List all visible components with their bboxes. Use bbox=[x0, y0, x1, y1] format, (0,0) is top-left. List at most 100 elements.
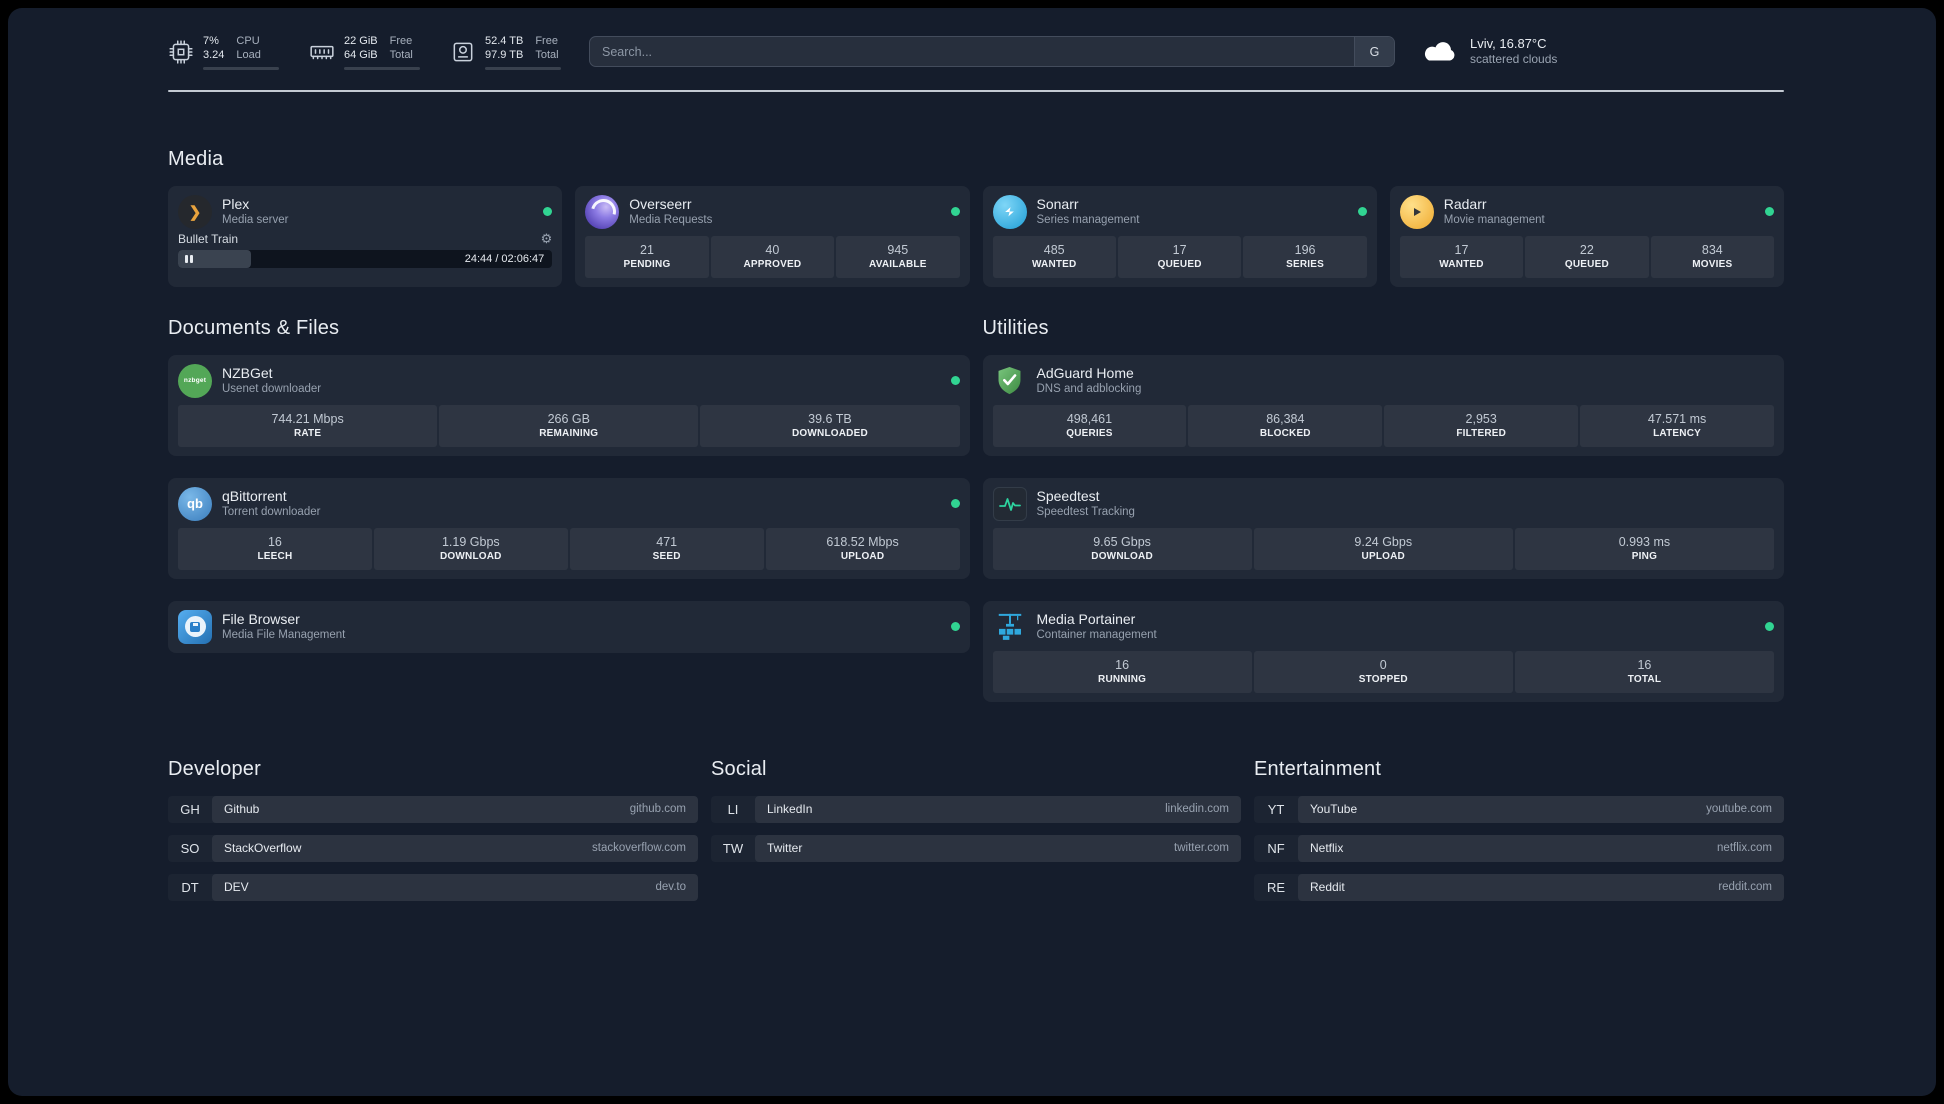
disk-free-value: 52.4 TB bbox=[485, 35, 524, 47]
stat-value: 9.65 Gbps bbox=[1093, 535, 1151, 550]
stat: 266 GB REMAINING bbox=[439, 404, 699, 447]
stat: 618.52 Mbps UPLOAD bbox=[765, 527, 960, 570]
stat-label: BLOCKED bbox=[1259, 428, 1311, 440]
playback-progress-bar[interactable]: 24:44 / 02:06:47 bbox=[178, 249, 553, 268]
cpu-widget: 7% 3.24 CPU Load bbox=[168, 34, 279, 70]
service-card-overseerr[interactable]: Overseerr Media Requests 21 PENDING 40 A… bbox=[575, 185, 970, 287]
bookmark-reddit[interactable]: RE Reddit reddit.com bbox=[1254, 873, 1784, 901]
dashboard-window: 7% 3.24 CPU Load 22 GiB 64 GiB Free Tota… bbox=[8, 8, 1936, 1096]
section-title-media: Media bbox=[168, 147, 224, 170]
disk-widget: 52.4 TB 97.9 TB Free Total bbox=[450, 34, 561, 70]
stat-value: 744.21 Mbps bbox=[271, 412, 344, 427]
service-card-radarr[interactable]: Radarr Movie management 17 WANTED 22 QUE… bbox=[1389, 185, 1784, 287]
top-bar: 7% 3.24 CPU Load 22 GiB 64 GiB Free Tota… bbox=[168, 8, 1784, 70]
documents-column: Documents & Files nzbget NZBGet Usenet d… bbox=[168, 317, 970, 702]
service-subtitle: Container management bbox=[1036, 629, 1157, 642]
stat: 86,384 BLOCKED bbox=[1188, 404, 1383, 447]
bookmark-name: LinkedIn bbox=[767, 802, 813, 817]
bookmark-twitter[interactable]: TW Twitter twitter.com bbox=[711, 834, 1241, 862]
bookmark-name: Twitter bbox=[767, 841, 803, 856]
service-card-portainer[interactable]: Media Portainer Container management 16 … bbox=[982, 600, 1784, 702]
bookmark-linkedin[interactable]: LI LinkedIn linkedin.com bbox=[711, 795, 1241, 823]
status-dot bbox=[950, 207, 960, 217]
weather-condition: scattered clouds bbox=[1470, 52, 1558, 67]
bookmark-name: Github bbox=[224, 802, 260, 817]
service-subtitle: Torrent downloader bbox=[222, 506, 321, 519]
service-card-speedtest[interactable]: Speedtest Speedtest Tracking 9.65 Gbps D… bbox=[982, 477, 1784, 579]
service-card-filebrowser[interactable]: File Browser Media File Management bbox=[168, 600, 970, 653]
gear-icon[interactable]: ⚙ bbox=[541, 232, 553, 245]
stat: 0.993 ms PING bbox=[1514, 527, 1775, 570]
bookmark-domain: github.com bbox=[629, 803, 686, 816]
adguard-shield-icon bbox=[993, 364, 1027, 398]
stat: 0 STOPPED bbox=[1253, 650, 1513, 693]
bookmark-name: YouTube bbox=[1310, 802, 1358, 817]
service-subtitle: Speedtest Tracking bbox=[1036, 506, 1135, 519]
bookmark-dev[interactable]: DT DEV dev.to bbox=[168, 873, 698, 901]
memory-free-label: Free bbox=[389, 35, 413, 47]
stat-value: 485 bbox=[1043, 243, 1065, 258]
bookmark-abbr: DT bbox=[181, 879, 199, 895]
section-title-social: Social bbox=[711, 757, 767, 780]
bookmark-youtube[interactable]: YT YouTube youtube.com bbox=[1254, 795, 1784, 823]
stat-value: 2,953 bbox=[1465, 412, 1497, 427]
stat-value: 9.24 Gbps bbox=[1354, 535, 1413, 550]
bookmark-stackoverflow[interactable]: SO StackOverflow stackoverflow.com bbox=[168, 834, 698, 862]
entertainment-column: Entertainment YT YouTube youtube.com NF … bbox=[1254, 758, 1784, 901]
stat: 21 PENDING bbox=[585, 235, 709, 278]
cpu-load-label: Load bbox=[236, 49, 261, 62]
bookmark-netflix[interactable]: NF Netflix netflix.com bbox=[1254, 834, 1784, 862]
stat-value: 0.993 ms bbox=[1618, 535, 1671, 550]
stat: 16 LEECH bbox=[178, 527, 372, 570]
stat-label: APPROVED bbox=[743, 259, 802, 271]
service-name: Overseerr bbox=[629, 196, 692, 213]
service-card-sonarr[interactable]: Sonarr Series management 485 WANTED 17 Q… bbox=[982, 185, 1377, 287]
bookmark-github[interactable]: GH Github github.com bbox=[168, 795, 698, 823]
disk-total-value: 97.9 TB bbox=[485, 49, 524, 62]
stat: 498,461 QUERIES bbox=[992, 404, 1187, 447]
status-dot bbox=[950, 376, 960, 386]
service-card-plex[interactable]: ❯ Plex Media server Bullet Train ⚙ 24:44… bbox=[168, 185, 563, 287]
section-title-utilities: Utilities bbox=[982, 316, 1049, 339]
stat: 16 TOTAL bbox=[1514, 650, 1775, 693]
stat-value: 834 bbox=[1701, 243, 1723, 258]
stat-label: AVAILABLE bbox=[869, 259, 927, 271]
service-card-nzbget[interactable]: nzbget NZBGet Usenet downloader 744.21 M… bbox=[168, 354, 970, 456]
bookmark-abbr: TW bbox=[722, 840, 744, 856]
service-card-adguard[interactable]: AdGuard Home DNS and adblocking 498,461 … bbox=[982, 354, 1784, 456]
stat-label: LATENCY bbox=[1653, 428, 1701, 440]
stat-value: 39.6 TB bbox=[808, 412, 852, 427]
overseerr-icon bbox=[585, 194, 620, 229]
stat: 16 RUNNING bbox=[992, 650, 1252, 693]
service-card-qbittorrent[interactable]: qb qBittorrent Torrent downloader 16 LEE… bbox=[168, 477, 970, 579]
search-provider-button[interactable]: G bbox=[1354, 37, 1394, 67]
stat-label: UPLOAD bbox=[840, 551, 885, 563]
disk-usage-bar bbox=[485, 66, 561, 70]
search-input[interactable] bbox=[590, 37, 1354, 67]
stat-value: 618.52 Mbps bbox=[826, 535, 899, 550]
disk-drive-icon bbox=[450, 39, 476, 65]
playback-time: 24:44 / 02:06:47 bbox=[464, 252, 545, 265]
cpu-load-value: 3.24 bbox=[203, 49, 225, 62]
stat: 17 QUEUED bbox=[1117, 235, 1242, 278]
stat-label: RUNNING bbox=[1098, 674, 1147, 686]
service-name: qBittorrent bbox=[222, 488, 287, 505]
stat-value: 16 bbox=[1115, 658, 1130, 673]
bookmark-name: DEV bbox=[224, 880, 249, 895]
stat-value: 40 bbox=[765, 243, 780, 258]
stat-label: WANTED bbox=[1439, 259, 1484, 271]
status-dot bbox=[1765, 622, 1774, 632]
cpu-percent: 7% bbox=[203, 35, 219, 47]
service-name: Speedtest bbox=[1036, 488, 1100, 505]
portainer-crane-icon bbox=[993, 610, 1027, 644]
nzbget-icon: nzbget bbox=[178, 363, 212, 398]
stat-value: 498,461 bbox=[1066, 412, 1113, 427]
service-subtitle: Media server bbox=[222, 214, 289, 227]
stat: 9.65 Gbps DOWNLOAD bbox=[992, 527, 1252, 570]
pause-icon[interactable] bbox=[185, 250, 193, 268]
stat: 9.24 Gbps UPLOAD bbox=[1253, 527, 1513, 570]
stat: 471 SEED bbox=[569, 527, 764, 570]
stat: 196 SERIES bbox=[1243, 235, 1367, 278]
stat-value: 0 bbox=[1379, 658, 1387, 673]
weather-location: Lviv, 16.87°C bbox=[1470, 35, 1547, 51]
